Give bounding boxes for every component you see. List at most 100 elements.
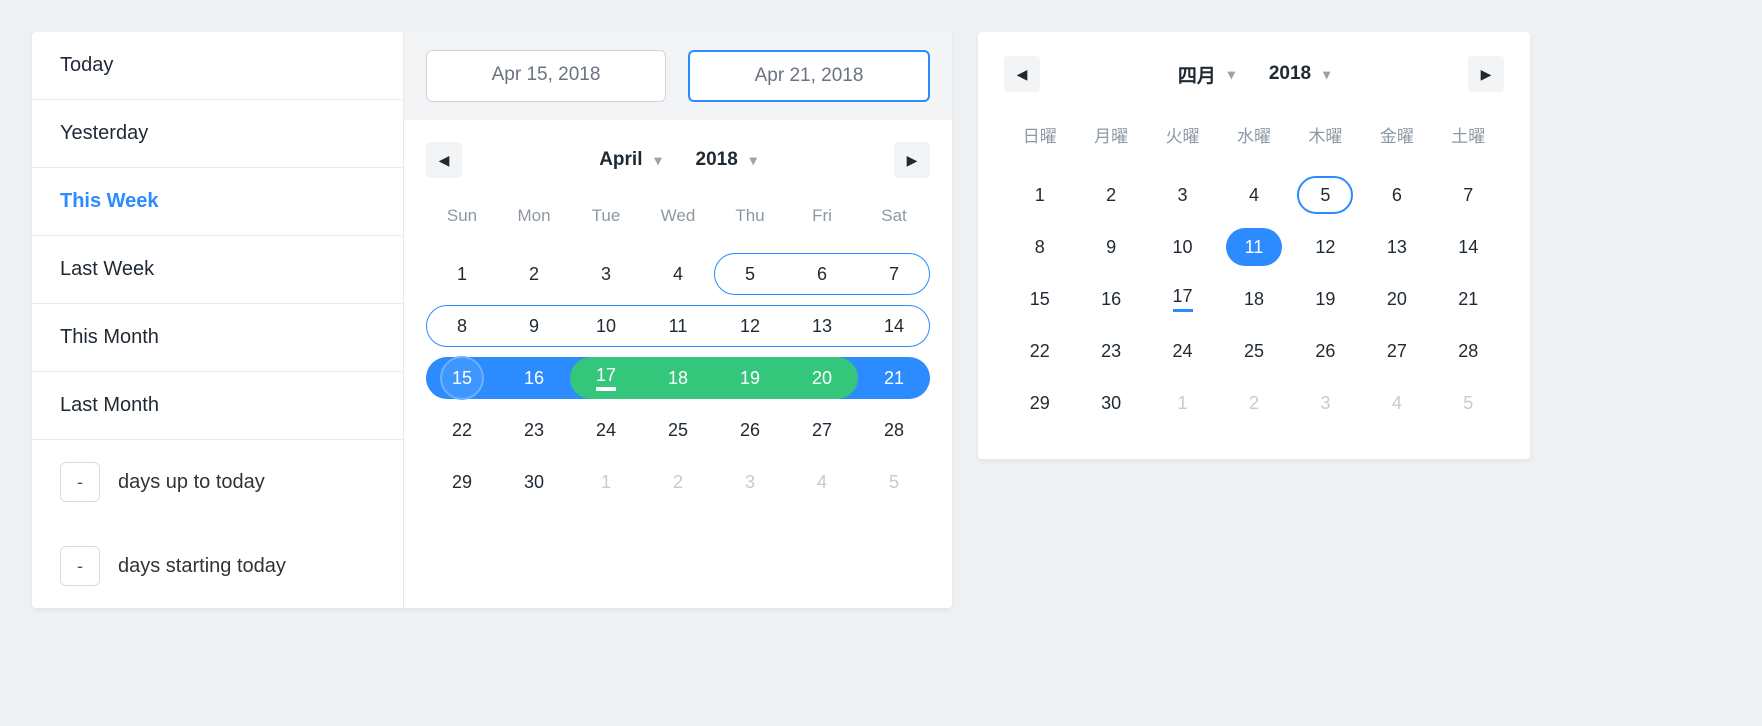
day-cell[interactable]: 16 <box>498 352 570 404</box>
day-cell[interactable]: 6 <box>1361 169 1432 221</box>
day-cell[interactable]: 7 <box>858 248 930 300</box>
preset-last-week[interactable]: Last Week <box>32 236 403 304</box>
day-cell[interactable]: 3 <box>1147 169 1218 221</box>
day-cell[interactable]: 18 <box>642 352 714 404</box>
day-cell[interactable]: 28 <box>1433 325 1504 377</box>
preset-this-month[interactable]: This Month <box>32 304 403 372</box>
weekday-label: Tue <box>570 196 642 236</box>
day-cell[interactable]: 1 <box>426 248 498 300</box>
date-range-inputs: Apr 15, 2018 Apr 21, 2018 <box>404 32 952 120</box>
day-cell[interactable]: 16 <box>1075 273 1146 325</box>
day-cell[interactable]: 1 <box>1004 169 1075 221</box>
weekday-label: Sun <box>426 196 498 236</box>
day-cell[interactable]: 23 <box>498 404 570 456</box>
day-cell[interactable]: 17 <box>1147 273 1218 325</box>
day-cell[interactable]: 3 <box>570 248 642 300</box>
preset-yesterday[interactable]: Yesterday <box>32 100 403 168</box>
day-cell[interactable]: 30 <box>498 456 570 508</box>
year-label: 2018 <box>696 149 738 171</box>
calendar-grid: 1234567891011121314151617181920212223242… <box>1004 169 1504 429</box>
day-cell[interactable]: 21 <box>1433 273 1504 325</box>
day-cell[interactable]: 2 <box>1075 169 1146 221</box>
calendar-panel: Apr 15, 2018 Apr 21, 2018 ◀ April ▾ 2018… <box>404 32 952 608</box>
day-cell[interactable]: 7 <box>1433 169 1504 221</box>
day-cell[interactable]: 22 <box>1004 325 1075 377</box>
day-cell[interactable]: 3 <box>714 456 786 508</box>
day-cell[interactable]: 5 <box>1433 377 1504 429</box>
day-cell[interactable]: 2 <box>642 456 714 508</box>
day-cell[interactable]: 5 <box>858 456 930 508</box>
day-cell[interactable]: 2 <box>1218 377 1289 429</box>
day-cell[interactable]: 29 <box>426 456 498 508</box>
day-cell[interactable]: 1 <box>1147 377 1218 429</box>
day-cell[interactable]: 10 <box>570 300 642 352</box>
day-cell[interactable]: 10 <box>1147 221 1218 273</box>
day-cell[interactable]: 24 <box>570 404 642 456</box>
day-cell[interactable]: 21 <box>858 352 930 404</box>
year-select[interactable]: 2018 ▾ <box>696 149 757 171</box>
day-cell[interactable]: 28 <box>858 404 930 456</box>
day-cell[interactable]: 11 <box>1218 221 1289 273</box>
day-cell[interactable]: 5 <box>714 248 786 300</box>
day-cell[interactable]: 19 <box>1290 273 1361 325</box>
day-cell[interactable]: 4 <box>786 456 858 508</box>
next-month-button[interactable]: ▶ <box>894 142 930 178</box>
day-cell[interactable]: 9 <box>498 300 570 352</box>
month-label: 四月 <box>1178 61 1216 88</box>
day-cell[interactable]: 30 <box>1075 377 1146 429</box>
day-cell[interactable]: 1 <box>570 456 642 508</box>
end-date-input[interactable]: Apr 21, 2018 <box>688 50 930 102</box>
day-cell[interactable]: 27 <box>1361 325 1432 377</box>
day-cell[interactable]: 14 <box>1433 221 1504 273</box>
day-cell[interactable]: 20 <box>786 352 858 404</box>
day-cell[interactable]: 26 <box>714 404 786 456</box>
day-cell[interactable]: 3 <box>1290 377 1361 429</box>
day-cell[interactable]: 4 <box>1218 169 1289 221</box>
day-cell[interactable]: 26 <box>1290 325 1361 377</box>
preset-this-week[interactable]: This Week <box>32 168 403 236</box>
day-cell[interactable]: 8 <box>426 300 498 352</box>
preset-last-month[interactable]: Last Month <box>32 372 403 440</box>
day-cell[interactable]: 2 <box>498 248 570 300</box>
day-cell[interactable]: 8 <box>1004 221 1075 273</box>
prev-month-button[interactable]: ◀ <box>1004 56 1040 92</box>
days-starting-today-input[interactable]: - <box>60 546 100 586</box>
day-cell[interactable]: 24 <box>1147 325 1218 377</box>
day-cell[interactable]: 14 <box>858 300 930 352</box>
day-cell[interactable]: 18 <box>1218 273 1289 325</box>
weekday-label: 金曜 <box>1361 112 1432 157</box>
days-up-to-today-input[interactable]: - <box>60 462 100 502</box>
next-month-button[interactable]: ▶ <box>1468 56 1504 92</box>
date-range-picker: TodayYesterdayThis WeekLast WeekThis Mon… <box>32 32 952 608</box>
day-cell[interactable]: 27 <box>786 404 858 456</box>
day-cell[interactable]: 15 <box>426 352 498 404</box>
day-cell[interactable]: 22 <box>426 404 498 456</box>
day-cell[interactable]: 6 <box>786 248 858 300</box>
day-cell[interactable]: 4 <box>642 248 714 300</box>
days-up-to-today-row: -days up to today <box>32 440 403 524</box>
day-cell[interactable]: 17 <box>570 352 642 404</box>
year-select[interactable]: 2018 ▾ <box>1269 61 1330 88</box>
prev-month-button[interactable]: ◀ <box>426 142 462 178</box>
day-cell[interactable]: 19 <box>714 352 786 404</box>
day-cell[interactable]: 5 <box>1290 169 1361 221</box>
start-date-input[interactable]: Apr 15, 2018 <box>426 50 666 102</box>
chevron-down-icon: ▾ <box>750 152 757 169</box>
chevron-down-icon: ▾ <box>654 152 661 169</box>
day-cell[interactable]: 11 <box>642 300 714 352</box>
day-cell[interactable]: 25 <box>642 404 714 456</box>
day-cell[interactable]: 13 <box>786 300 858 352</box>
day-cell[interactable]: 12 <box>714 300 786 352</box>
month-select[interactable]: 四月 ▾ <box>1178 61 1235 88</box>
day-cell[interactable]: 13 <box>1361 221 1432 273</box>
day-cell[interactable]: 20 <box>1361 273 1432 325</box>
day-cell[interactable]: 15 <box>1004 273 1075 325</box>
day-cell[interactable]: 25 <box>1218 325 1289 377</box>
month-select[interactable]: April ▾ <box>599 149 661 171</box>
preset-today[interactable]: Today <box>32 32 403 100</box>
day-cell[interactable]: 29 <box>1004 377 1075 429</box>
day-cell[interactable]: 23 <box>1075 325 1146 377</box>
day-cell[interactable]: 4 <box>1361 377 1432 429</box>
day-cell[interactable]: 9 <box>1075 221 1146 273</box>
day-cell[interactable]: 12 <box>1290 221 1361 273</box>
